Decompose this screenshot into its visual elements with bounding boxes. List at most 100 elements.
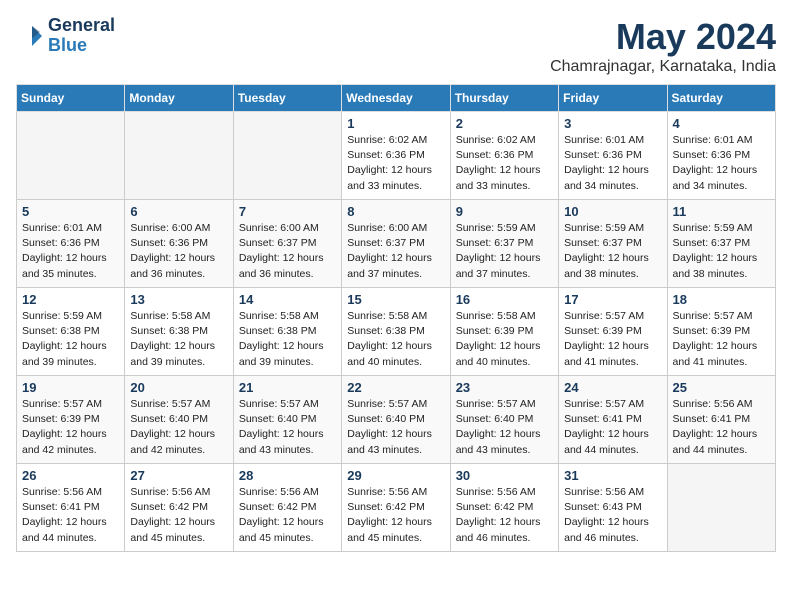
day-info: Sunrise: 5:59 AMSunset: 6:37 PMDaylight:…: [456, 221, 553, 282]
day-info: Sunrise: 5:57 AMSunset: 6:40 PMDaylight:…: [347, 397, 444, 458]
calendar-cell: 18 Sunrise: 5:57 AMSunset: 6:39 PMDayligh…: [667, 288, 775, 376]
day-info: Sunrise: 5:56 AMSunset: 6:42 PMDaylight:…: [239, 485, 336, 546]
day-info: Sunrise: 5:56 AMSunset: 6:43 PMDaylight:…: [564, 485, 661, 546]
day-info: Sunrise: 5:59 AMSunset: 6:37 PMDaylight:…: [673, 221, 770, 282]
day-number: 23: [456, 380, 553, 395]
day-number: 25: [673, 380, 770, 395]
title-block: May 2024 Chamrajnagar, Karnataka, India: [550, 16, 776, 76]
calendar-cell: 10 Sunrise: 5:59 AMSunset: 6:37 PMDayligh…: [559, 200, 667, 288]
calendar-cell: [233, 112, 341, 200]
day-number: 11: [673, 204, 770, 219]
day-number: 15: [347, 292, 444, 307]
day-info: Sunrise: 5:57 AMSunset: 6:40 PMDaylight:…: [130, 397, 227, 458]
weekday-header-friday: Friday: [559, 85, 667, 112]
calendar-cell: 15 Sunrise: 5:58 AMSunset: 6:38 PMDayligh…: [342, 288, 450, 376]
calendar-cell: 19 Sunrise: 5:57 AMSunset: 6:39 PMDayligh…: [17, 376, 125, 464]
day-number: 13: [130, 292, 227, 307]
calendar-cell: 11 Sunrise: 5:59 AMSunset: 6:37 PMDayligh…: [667, 200, 775, 288]
calendar-cell: 6Sunrise: 6:00 AMSunset: 6:36 PMDaylight…: [125, 200, 233, 288]
calendar-cell: 31 Sunrise: 5:56 AMSunset: 6:43 PMDayligh…: [559, 464, 667, 552]
day-number: 9: [456, 204, 553, 219]
calendar-cell: 5 Sunrise: 6:01 AMSunset: 6:36 PMDaylight…: [17, 200, 125, 288]
page-header: General Blue May 2024 Chamrajnagar, Karn…: [16, 16, 776, 76]
day-number: 3: [564, 116, 661, 131]
day-number: 2: [456, 116, 553, 131]
calendar-cell: 30 Sunrise: 5:56 AMSunset: 6:42 PMDayligh…: [450, 464, 558, 552]
calendar-cell: 2 Sunrise: 6:02 AMSunset: 6:36 PMDaylight…: [450, 112, 558, 200]
day-number: 14: [239, 292, 336, 307]
day-info: Sunrise: 5:58 AMSunset: 6:39 PMDaylight:…: [456, 309, 553, 370]
day-info: Sunrise: 5:56 AMSunset: 6:41 PMDaylight:…: [22, 485, 119, 546]
calendar-cell: 1 Sunrise: 6:02 AMSunset: 6:36 PMDaylight…: [342, 112, 450, 200]
day-info: Sunrise: 5:58 AMSunset: 6:38 PMDaylight:…: [130, 309, 227, 370]
day-number: 10: [564, 204, 661, 219]
weekday-header-monday: Monday: [125, 85, 233, 112]
day-info: Sunrise: 5:57 AMSunset: 6:41 PMDaylight:…: [564, 397, 661, 458]
day-number: 21: [239, 380, 336, 395]
logo-text: General Blue: [48, 16, 115, 56]
day-number: 19: [22, 380, 119, 395]
day-info: Sunrise: 6:00 AMSunset: 6:37 PMDaylight:…: [347, 221, 444, 282]
day-info: Sunrise: 5:56 AMSunset: 6:42 PMDaylight:…: [130, 485, 227, 546]
day-info: Sunrise: 6:00 AMSunset: 6:37 PMDaylight:…: [239, 221, 336, 282]
weekday-header-tuesday: Tuesday: [233, 85, 341, 112]
calendar-cell: 7 Sunrise: 6:00 AMSunset: 6:37 PMDaylight…: [233, 200, 341, 288]
day-info: Sunrise: 5:57 AMSunset: 6:40 PMDaylight:…: [239, 397, 336, 458]
logo-icon: [16, 22, 44, 50]
day-number: 26: [22, 468, 119, 483]
calendar-cell: 27 Sunrise: 5:56 AMSunset: 6:42 PMDayligh…: [125, 464, 233, 552]
day-info: Sunrise: 6:01 AMSunset: 6:36 PMDaylight:…: [22, 221, 119, 282]
day-info: Sunrise: 5:59 AMSunset: 6:38 PMDaylight:…: [22, 309, 119, 370]
day-number: 29: [347, 468, 444, 483]
day-info: Sunrise: 5:56 AMSunset: 6:42 PMDaylight:…: [347, 485, 444, 546]
calendar-cell: 13 Sunrise: 5:58 AMSunset: 6:38 PMDayligh…: [125, 288, 233, 376]
calendar-cell: 16 Sunrise: 5:58 AMSunset: 6:39 PMDayligh…: [450, 288, 558, 376]
day-number: 17: [564, 292, 661, 307]
day-info: Sunrise: 5:57 AMSunset: 6:39 PMDaylight:…: [564, 309, 661, 370]
day-info: Sunrise: 5:57 AMSunset: 6:39 PMDaylight:…: [673, 309, 770, 370]
day-info: Sunrise: 5:56 AMSunset: 6:41 PMDaylight:…: [673, 397, 770, 458]
day-info: Sunrise: 6:01 AMSunset: 6:36 PMDaylight:…: [673, 133, 770, 194]
location-subtitle: Chamrajnagar, Karnataka, India: [550, 58, 776, 76]
day-info: Sunrise: 5:58 AMSunset: 6:38 PMDaylight:…: [239, 309, 336, 370]
calendar-cell: 25 Sunrise: 5:56 AMSunset: 6:41 PMDayligh…: [667, 376, 775, 464]
calendar-cell: [667, 464, 775, 552]
calendar-cell: 14 Sunrise: 5:58 AMSunset: 6:38 PMDayligh…: [233, 288, 341, 376]
calendar-cell: 28 Sunrise: 5:56 AMSunset: 6:42 PMDayligh…: [233, 464, 341, 552]
calendar-cell: [125, 112, 233, 200]
calendar-cell: 17 Sunrise: 5:57 AMSunset: 6:39 PMDayligh…: [559, 288, 667, 376]
day-number: 12: [22, 292, 119, 307]
calendar-cell: 4Sunrise: 6:01 AMSunset: 6:36 PMDaylight…: [667, 112, 775, 200]
weekday-header-saturday: Saturday: [667, 85, 775, 112]
day-number: 24: [564, 380, 661, 395]
weekday-header-wednesday: Wednesday: [342, 85, 450, 112]
day-number: 30: [456, 468, 553, 483]
day-info: Sunrise: 6:02 AMSunset: 6:36 PMDaylight:…: [347, 133, 444, 194]
day-info: Sunrise: 5:57 AMSunset: 6:40 PMDaylight:…: [456, 397, 553, 458]
logo: General Blue: [16, 16, 115, 56]
day-number: 7: [239, 204, 336, 219]
weekday-header-thursday: Thursday: [450, 85, 558, 112]
day-number: 27: [130, 468, 227, 483]
calendar-cell: 24 Sunrise: 5:57 AMSunset: 6:41 PMDayligh…: [559, 376, 667, 464]
day-number: 5: [22, 204, 119, 219]
calendar-cell: 21 Sunrise: 5:57 AMSunset: 6:40 PMDayligh…: [233, 376, 341, 464]
day-number: 18: [673, 292, 770, 307]
calendar-cell: 22Sunrise: 5:57 AMSunset: 6:40 PMDayligh…: [342, 376, 450, 464]
calendar-cell: 9 Sunrise: 5:59 AMSunset: 6:37 PMDaylight…: [450, 200, 558, 288]
calendar-cell: 20Sunrise: 5:57 AMSunset: 6:40 PMDayligh…: [125, 376, 233, 464]
day-number: 28: [239, 468, 336, 483]
calendar-cell: 23 Sunrise: 5:57 AMSunset: 6:40 PMDayligh…: [450, 376, 558, 464]
day-number: 16: [456, 292, 553, 307]
day-info: Sunrise: 5:56 AMSunset: 6:42 PMDaylight:…: [456, 485, 553, 546]
day-info: Sunrise: 5:57 AMSunset: 6:39 PMDaylight:…: [22, 397, 119, 458]
day-info: Sunrise: 6:02 AMSunset: 6:36 PMDaylight:…: [456, 133, 553, 194]
day-info: Sunrise: 6:00 AMSunset: 6:36 PMDaylight:…: [130, 221, 227, 282]
day-number: 31: [564, 468, 661, 483]
day-number: 1: [347, 116, 444, 131]
day-info: Sunrise: 5:59 AMSunset: 6:37 PMDaylight:…: [564, 221, 661, 282]
calendar-cell: 29 Sunrise: 5:56 AMSunset: 6:42 PMDayligh…: [342, 464, 450, 552]
day-info: Sunrise: 6:01 AMSunset: 6:36 PMDaylight:…: [564, 133, 661, 194]
day-info: Sunrise: 5:58 AMSunset: 6:38 PMDaylight:…: [347, 309, 444, 370]
calendar-cell: 3 Sunrise: 6:01 AMSunset: 6:36 PMDaylight…: [559, 112, 667, 200]
